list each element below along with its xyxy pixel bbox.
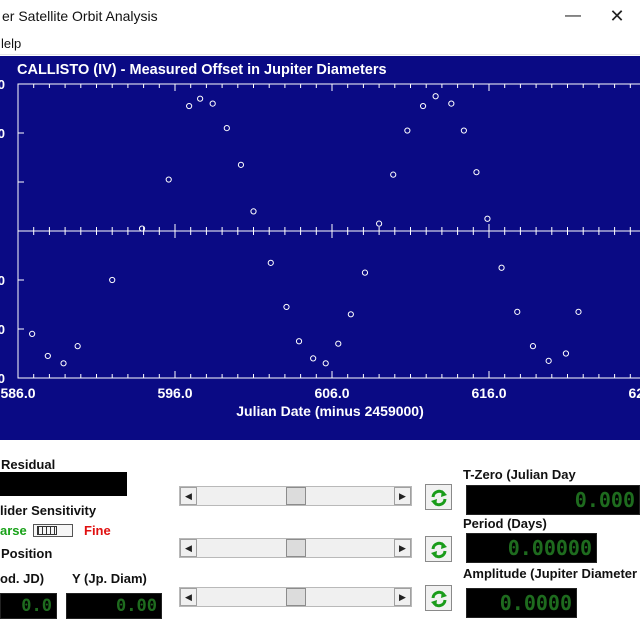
- tzero-refresh-button[interactable]: [425, 484, 452, 510]
- x-tick-label: 606.0: [314, 385, 349, 401]
- data-point: [186, 102, 193, 110]
- x-tick-label: 626.0: [628, 385, 640, 401]
- coarse-label: arse: [0, 523, 27, 538]
- data-point: [545, 357, 552, 364]
- chart-title: CALLISTO (IV) - Measured Offset in Jupit…: [17, 62, 387, 78]
- refresh-icon: [431, 590, 447, 608]
- refresh-icon: [431, 489, 447, 507]
- minimize-button[interactable]: —: [558, 4, 588, 28]
- data-point: [448, 100, 455, 107]
- y-tick-label: 0: [0, 126, 5, 141]
- amplitude-refresh-button[interactable]: [425, 585, 452, 611]
- data-point: [514, 308, 521, 315]
- data-point: [165, 176, 172, 183]
- y-jp-diam-display: 0.00: [66, 593, 162, 619]
- mod-jd-display: 0.0: [0, 593, 57, 619]
- menu-bar: lelp: [0, 33, 640, 55]
- data-point: [361, 269, 369, 276]
- x-axis-label: Julian Date (minus 2459000): [236, 403, 424, 419]
- title-bar: er Satellite Orbit Analysis — ✕: [0, 0, 640, 33]
- data-point: [335, 340, 342, 347]
- x-tick-label: 596.0: [157, 385, 192, 401]
- tzero-scroll-left-icon[interactable]: ◀: [180, 487, 197, 505]
- amplitude-scroll-right-icon[interactable]: ▶: [394, 588, 411, 606]
- position-label: Position: [1, 546, 53, 561]
- residual-label: Residual: [1, 457, 56, 472]
- data-point: [529, 343, 537, 350]
- orbit-chart: 00000586.0596.0606.0616.0626.0: [0, 77, 640, 401]
- data-point: [432, 93, 439, 100]
- data-point: [460, 127, 467, 134]
- data-point: [390, 171, 397, 178]
- amplitude-display: 0.0000: [466, 588, 577, 618]
- data-point: [498, 264, 505, 271]
- fine-label: Fine: [84, 523, 111, 538]
- data-point: [310, 355, 317, 362]
- period-scroll-left-icon[interactable]: ◀: [180, 539, 197, 557]
- amplitude-label: Amplitude (Jupiter Diameter: [463, 566, 638, 581]
- x-tick-label: 616.0: [471, 385, 506, 401]
- amplitude-scroll-thumb[interactable]: [286, 588, 306, 606]
- amplitude-scroll-left-icon[interactable]: ◀: [180, 588, 197, 606]
- tzero-scroll-right-icon[interactable]: ▶: [394, 487, 411, 505]
- tzero-scrollbar[interactable]: ◀ ▶: [179, 486, 412, 506]
- data-point: [376, 220, 383, 227]
- y-jp-diam-label: Y (Jp. Diam): [72, 571, 147, 586]
- tzero-label: T-Zero (Julian Day: [463, 467, 576, 482]
- plot-panel: 00000586.0596.0606.0616.0626.0 CALLISTO …: [0, 56, 640, 440]
- y-tick-label: 0: [0, 273, 5, 288]
- mod-jd-label: od. JD): [0, 571, 45, 586]
- data-point: [250, 208, 257, 215]
- data-point: [562, 350, 570, 357]
- sensitivity-slider[interactable]: [33, 524, 73, 537]
- tzero-display: 0.000: [466, 485, 640, 515]
- data-point: [60, 360, 67, 367]
- window-title: er Satellite Orbit Analysis: [2, 8, 158, 24]
- sensitivity-slider-thumb[interactable]: [37, 526, 57, 535]
- menu-help[interactable]: lelp: [1, 36, 21, 51]
- data-point: [209, 100, 216, 107]
- data-point: [283, 303, 290, 311]
- data-point: [223, 125, 230, 132]
- data-point: [44, 352, 51, 360]
- data-point: [473, 169, 480, 176]
- data-point: [322, 360, 329, 367]
- data-point: [484, 215, 491, 222]
- period-scroll-right-icon[interactable]: ▶: [394, 539, 411, 557]
- period-label: Period (Days): [463, 516, 547, 531]
- y-tick-label: 0: [0, 322, 5, 337]
- period-scrollbar[interactable]: ◀ ▶: [179, 538, 412, 558]
- data-point: [237, 161, 245, 168]
- tzero-scroll-thumb[interactable]: [286, 487, 306, 505]
- amplitude-scrollbar[interactable]: ◀ ▶: [179, 587, 412, 607]
- x-tick-label: 586.0: [0, 385, 35, 401]
- data-point: [575, 308, 582, 315]
- close-button[interactable]: ✕: [602, 4, 632, 28]
- data-point: [267, 259, 274, 266]
- residual-display: [0, 472, 127, 496]
- data-point: [347, 311, 354, 318]
- y-tick-label: 0: [0, 77, 5, 92]
- data-point: [197, 95, 204, 102]
- y-tick-label: 0: [0, 371, 5, 386]
- data-point: [419, 102, 427, 110]
- period-refresh-button[interactable]: [425, 536, 452, 562]
- data-point: [29, 330, 36, 337]
- refresh-icon: [431, 541, 447, 559]
- period-scroll-thumb[interactable]: [286, 539, 306, 557]
- data-point: [109, 276, 116, 284]
- data-point: [295, 338, 303, 345]
- data-point: [404, 127, 411, 134]
- slider-sensitivity-label: lider Sensitivity: [0, 503, 97, 518]
- data-point: [74, 343, 81, 350]
- period-display: 0.00000: [466, 533, 597, 563]
